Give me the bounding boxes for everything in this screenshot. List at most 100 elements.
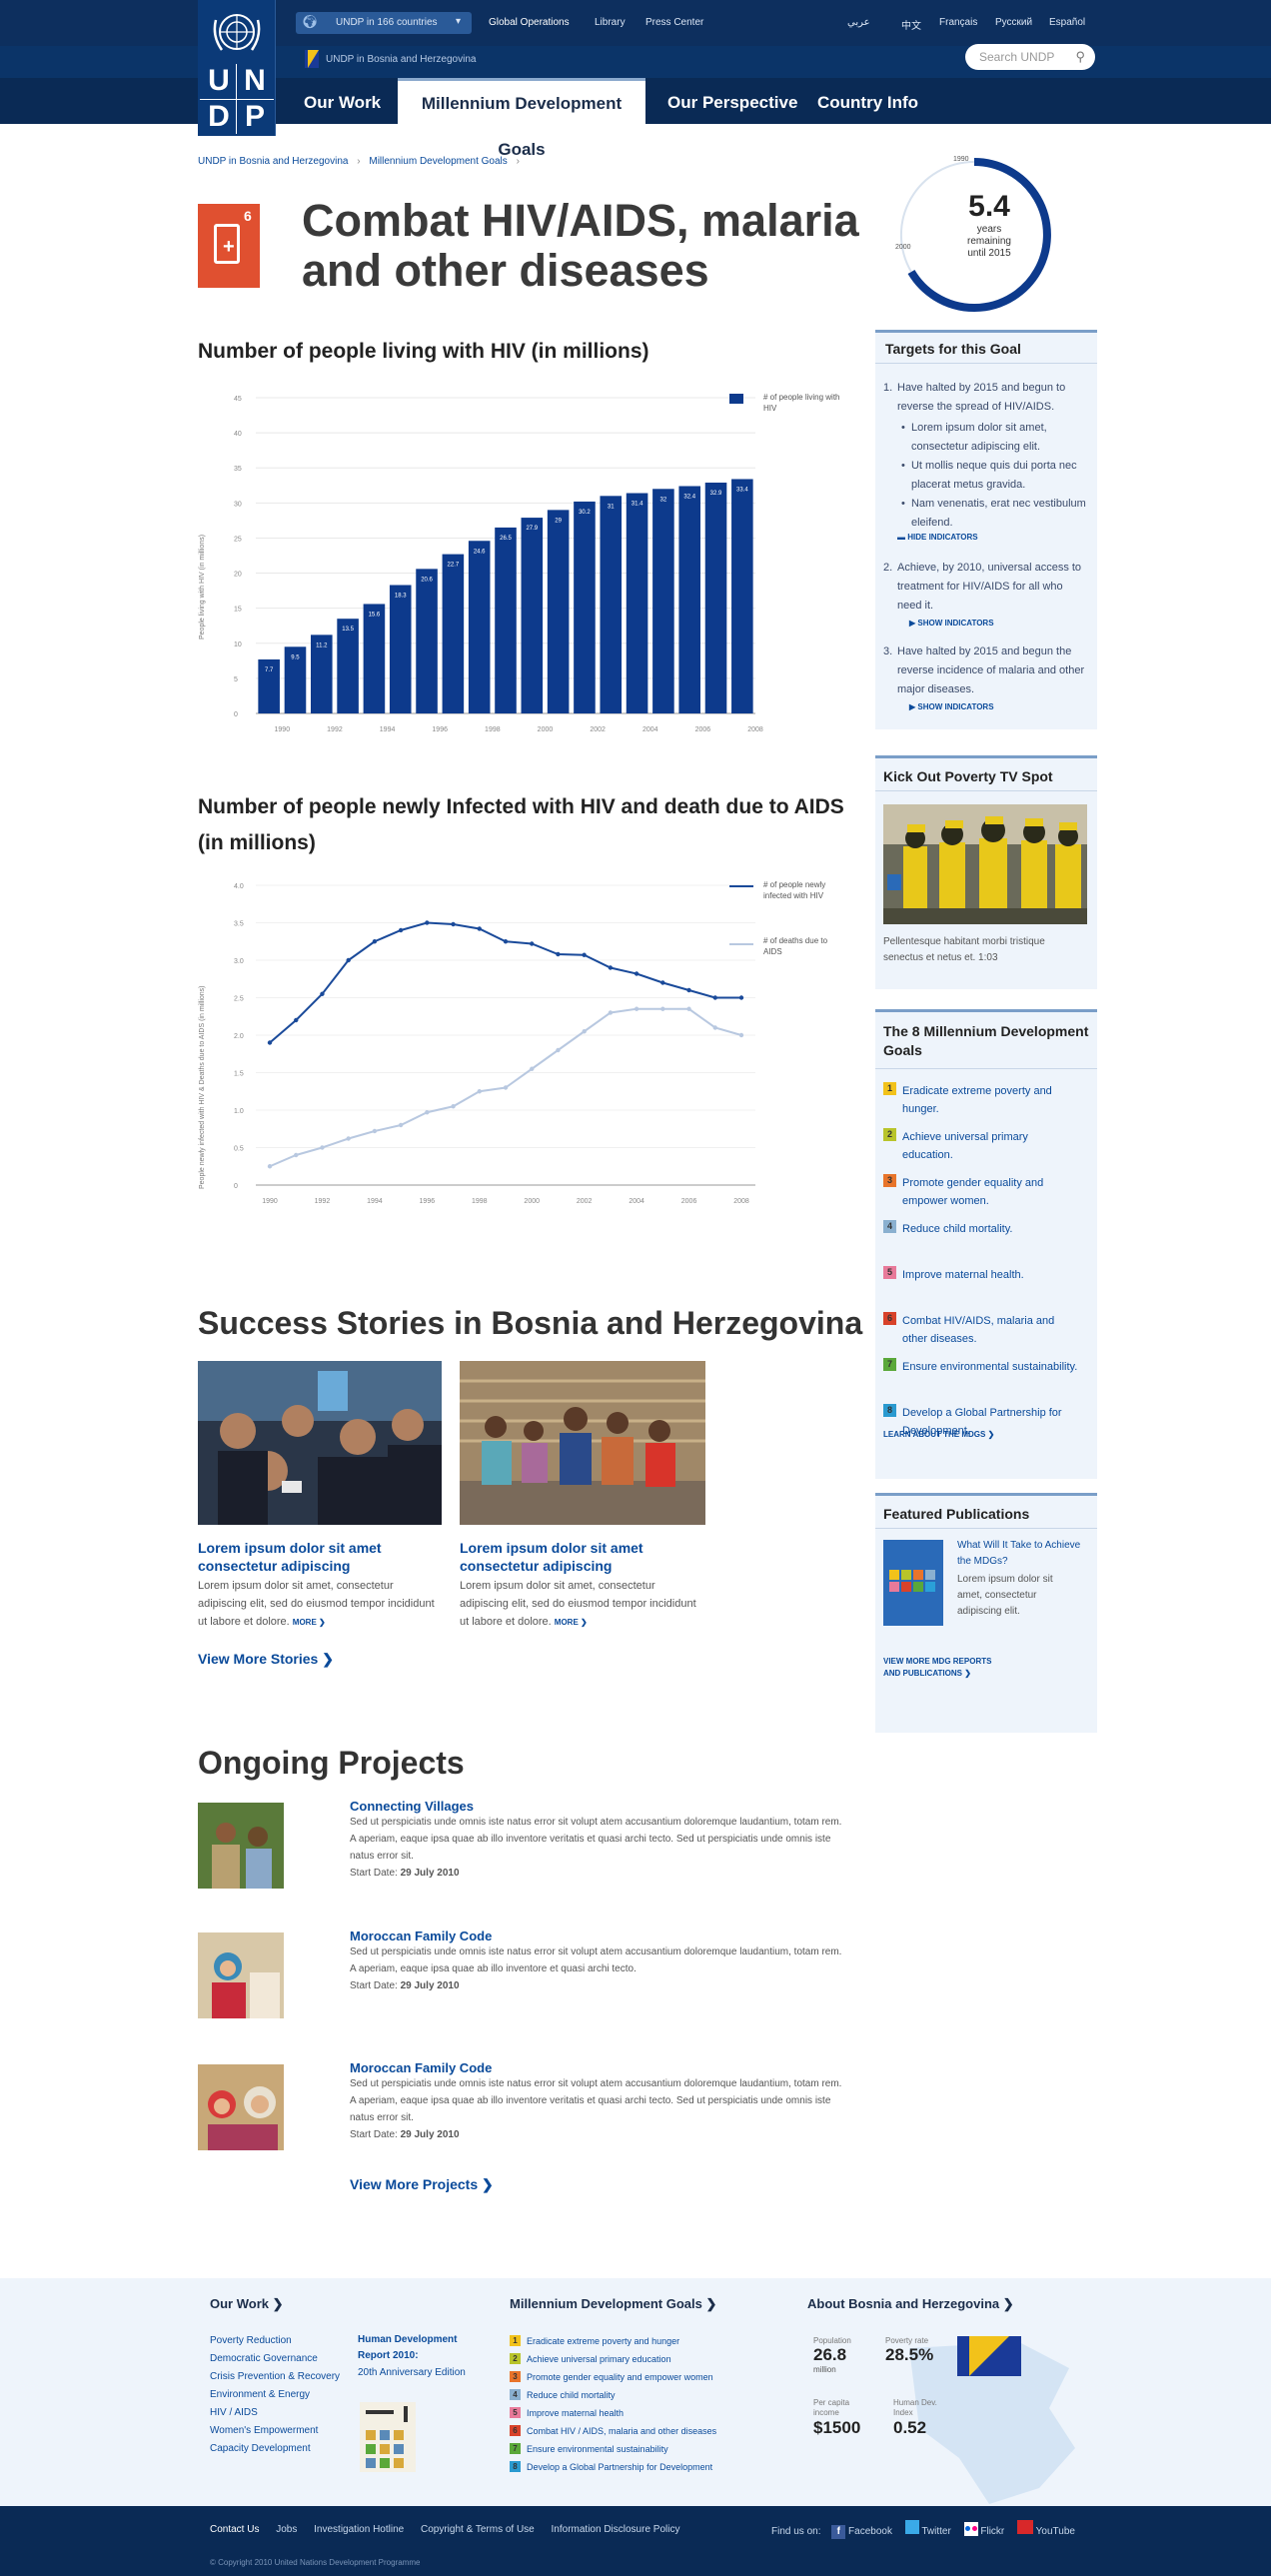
view-more-projects-link[interactable]: View More Projects ❯ [350, 2176, 494, 2193]
footer-hdr-report[interactable]: Human Development Report 2010: 20th Anni… [358, 2332, 478, 2382]
nav-our-perspective[interactable]: Our Perspective [667, 82, 797, 124]
stat-hdi-label: Human Dev. Index [893, 2398, 937, 2417]
mdg-item-1[interactable]: 1 Eradicate extreme poverty and hunger. [883, 1082, 1093, 1118]
project-3-photo[interactable] [198, 2064, 284, 2150]
footer-terms-link[interactable]: Copyright & Terms of Use [421, 2524, 535, 2535]
footer-mdg-link-1[interactable]: 1 Eradicate extreme poverty and hunger [510, 2332, 779, 2350]
flickr-link[interactable]: Flickr [980, 2526, 1004, 2537]
footer-about-title[interactable]: About Bosnia and Herzegovina ❯ [807, 2296, 1014, 2312]
twitter-link[interactable]: Twitter [921, 2526, 950, 2537]
show-indicators-link-1[interactable]: ▶ SHOW INDICATORS [909, 619, 994, 628]
footer-mdg-link-6[interactable]: 6 Combat HIV / AIDS, malaria and other di… [510, 2422, 779, 2440]
project-3-title[interactable]: Moroccan Family Code [350, 2060, 849, 2075]
story-1-title[interactable]: Lorem ipsum dolor sit amet consectetur a… [198, 1539, 442, 1575]
flickr-icon[interactable] [963, 2522, 978, 2536]
chart2-ytick: 4.0 [234, 883, 244, 890]
twitter-icon[interactable] [904, 2520, 919, 2534]
undp-logo[interactable]: U N D P [198, 0, 276, 136]
mdg-item-6[interactable]: 6 Combat HIV/AIDS, malaria and other dise… [883, 1312, 1093, 1348]
story-1-more-link[interactable]: MORE ❯ [293, 1618, 326, 1627]
view-more-stories-link[interactable]: View More Stories ❯ [198, 1651, 334, 1668]
mdg-item-7[interactable]: 7 Ensure environmental sustainability. [883, 1358, 1093, 1376]
story-2-title[interactable]: Lorem ipsum dolor sit amet consectetur a… [460, 1539, 703, 1575]
locations-dropdown[interactable]: 🌍︎ UNDP in 166 countries ▾ [296, 12, 472, 34]
nav-mdg-tab-active[interactable]: Millennium Development Goals [398, 78, 645, 159]
footer-mdg-title[interactable]: Millennium Development Goals ❯ [510, 2296, 716, 2312]
search-input[interactable]: Search UNDP ⚲ [965, 44, 1095, 70]
project-2-photo[interactable] [198, 1932, 284, 2018]
lang-chinese[interactable]: 中文 [901, 17, 921, 32]
project-3: Moroccan Family Code Sed ut perspiciatis… [350, 2060, 849, 2144]
chart1-xtick: 1996 [432, 726, 448, 733]
top-link-global-operations[interactable]: Global Operations [489, 17, 570, 28]
project-2-date-label: Start Date: [350, 1980, 398, 1991]
footer-mdg-link-4[interactable]: 4 Reduce child mortality [510, 2386, 779, 2404]
breadcrumb-home[interactable]: UNDP in Bosnia and Herzegovina [198, 156, 348, 167]
learn-mdgs-link[interactable]: LEARN ABOUT THE MDGS ❯ [883, 1430, 994, 1439]
stat-income-label: Per capita income [813, 2398, 850, 2417]
project-2-title[interactable]: Moroccan Family Code [350, 1929, 849, 1943]
footer-jobs-link[interactable]: Jobs [276, 2524, 297, 2535]
nav-country-info[interactable]: Country Info [817, 82, 918, 124]
country-subtitle[interactable]: UNDP in Bosnia and Herzegovina [326, 54, 476, 65]
nav-our-work[interactable]: Our Work [304, 82, 381, 124]
chart2-title-line2: (in millions) [198, 831, 316, 854]
top-link-library[interactable]: Library [595, 17, 626, 28]
story-1-photo[interactable] [198, 1361, 442, 1525]
chart2-series-2-point [425, 1110, 430, 1115]
stat-poverty-value: 28.5% [885, 2345, 934, 2364]
chart2-series-2-point [451, 1104, 456, 1109]
chart1-bar [337, 619, 359, 713]
footer-mdg-link-2[interactable]: 2 Achieve universal primary education [510, 2350, 779, 2368]
mdg-item-2[interactable]: 2 Achieve universal primary education. [883, 1128, 1093, 1164]
lang-arabic[interactable]: عربي [847, 17, 870, 28]
project-1-title[interactable]: Connecting Villages [350, 1799, 849, 1814]
lang-spanish[interactable]: Español [1049, 17, 1085, 28]
publication-title[interactable]: What Will It Take to Achieve the MDGs? [957, 1538, 1089, 1570]
footer-mdg-link-8[interactable]: 8 Develop a Global Partnership for Develo… [510, 2458, 779, 2476]
publication-cover[interactable] [883, 1540, 943, 1626]
footer-mdg-link-3[interactable]: 3 Promote gender equality and empower wom… [510, 2368, 779, 2386]
youtube-link[interactable]: YouTube [1036, 2526, 1075, 2537]
search-icon[interactable]: ⚲ [1075, 44, 1085, 70]
story-2-photo[interactable] [460, 1361, 705, 1525]
hide-indicators-link[interactable]: ▬ HIDE INDICATORS [897, 533, 978, 542]
top-link-press-center[interactable]: Press Center [645, 17, 703, 28]
footer-link-women[interactable]: Women's Empowerment [210, 2422, 340, 2440]
story-2-more-link[interactable]: MORE ❯ [555, 1618, 588, 1627]
view-more-publications-line2: AND PUBLICATIONS [883, 1669, 962, 1678]
footer-hotline-link[interactable]: Investigation Hotline [314, 2524, 404, 2535]
chart1-ytick: 35 [234, 466, 242, 473]
mdg-1-badge: 1 [883, 1082, 896, 1095]
mdg-item-3[interactable]: 3 Promote gender equality and empower wom… [883, 1174, 1093, 1210]
breadcrumb-mdg[interactable]: Millennium Development Goals [369, 156, 507, 167]
footer-mdg-link-5[interactable]: 5 Improve maternal health [510, 2404, 779, 2422]
footer-link-poverty[interactable]: Poverty Reduction [210, 2332, 340, 2350]
view-more-publications-link[interactable]: VIEW MORE MDG REPORTS AND PUBLICATIONS ❯ [883, 1656, 991, 1680]
chart1-bar [389, 585, 412, 713]
lang-russian[interactable]: Русский [995, 17, 1032, 28]
footer-mdg-link-7[interactable]: 7 Ensure environmental sustainability [510, 2440, 779, 2458]
facebook-link[interactable]: Facebook [848, 2526, 892, 2537]
facebook-icon[interactable]: f [831, 2525, 846, 2539]
footer-disclosure-link[interactable]: Information Disclosure Policy [552, 2524, 680, 2535]
footer-link-environment[interactable]: Environment & Energy [210, 2386, 340, 2404]
chart1-bar [547, 510, 570, 713]
show-indicators-link-2[interactable]: ▶ SHOW INDICATORS [909, 702, 994, 711]
footer-hdr-cover[interactable] [360, 2402, 416, 2472]
project-1-photo[interactable] [198, 1803, 284, 1889]
bosnia-flag [957, 2336, 1021, 2376]
lang-french[interactable]: Français [939, 17, 977, 28]
footer-our-work-title[interactable]: Our Work ❯ [210, 2296, 284, 2312]
mdg-item-4[interactable]: 4 Reduce child mortality. [883, 1220, 1093, 1238]
tv-spot-video-thumbnail[interactable] [883, 804, 1087, 924]
footer-link-capacity[interactable]: Capacity Development [210, 2440, 340, 2458]
footer-contact-link[interactable]: Contact Us [210, 2524, 259, 2535]
mdg-item-5[interactable]: 5 Improve maternal health. [883, 1266, 1093, 1284]
countdown-line2: remaining [967, 236, 1011, 247]
mdg-4-badge: 4 [883, 1220, 896, 1233]
footer-link-governance[interactable]: Democratic Governance [210, 2350, 340, 2368]
footer-link-crisis[interactable]: Crisis Prevention & Recovery [210, 2368, 340, 2386]
footer-link-hiv[interactable]: HIV / AIDS [210, 2404, 340, 2422]
youtube-icon[interactable] [1017, 2520, 1034, 2534]
